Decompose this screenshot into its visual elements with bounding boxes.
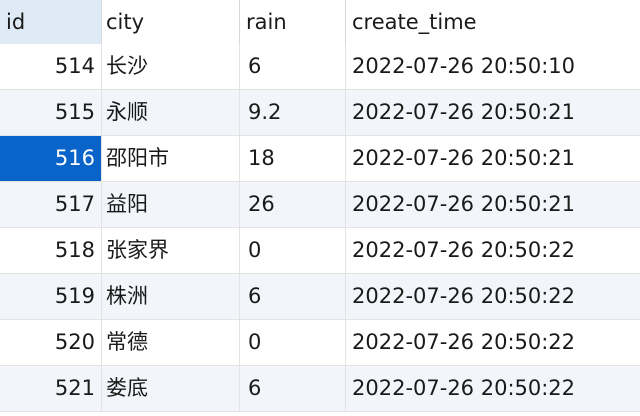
cell-city[interactable]: 益阳 (102, 182, 240, 227)
column-header-city[interactable]: city (102, 0, 240, 44)
cell-create-time[interactable]: 2022-07-26 20:50:21 (346, 136, 640, 181)
cell-id[interactable]: 518 (0, 228, 102, 273)
table-row[interactable]: 517 益阳 26 2022-07-26 20:50:21 (0, 182, 640, 228)
cell-city[interactable]: 永顺 (102, 90, 240, 135)
table-row[interactable]: 514 长沙 6 2022-07-26 20:50:10 (0, 44, 640, 90)
cell-city[interactable]: 株洲 (102, 274, 240, 319)
cell-rain[interactable]: 6 (240, 366, 346, 411)
cell-create-time[interactable]: 2022-07-26 20:50:21 (346, 182, 640, 227)
cell-rain[interactable]: 6 (240, 274, 346, 319)
table-row[interactable]: 520 常德 0 2022-07-26 20:50:22 (0, 320, 640, 366)
cell-create-time[interactable]: 2022-07-26 20:50:10 (346, 44, 640, 89)
cell-id[interactable]: 517 (0, 182, 102, 227)
cell-rain[interactable]: 6 (240, 44, 346, 89)
grid-header: id city rain create_time (0, 0, 640, 44)
table-row[interactable]: 521 娄底 6 2022-07-26 20:50:22 (0, 366, 640, 412)
cell-id-selected[interactable]: 516 (0, 136, 102, 181)
cell-id[interactable]: 519 (0, 274, 102, 319)
cell-id[interactable]: 520 (0, 320, 102, 365)
cell-id[interactable]: 515 (0, 90, 102, 135)
cell-id[interactable]: 521 (0, 366, 102, 411)
table-row[interactable]: 515 永顺 9.2 2022-07-26 20:50:21 (0, 90, 640, 136)
cell-create-time[interactable]: 2022-07-26 20:50:22 (346, 274, 640, 319)
cell-rain[interactable]: 26 (240, 182, 346, 227)
results-grid: id city rain create_time 514 长沙 6 2022-0… (0, 0, 640, 416)
cell-city[interactable]: 张家界 (102, 228, 240, 273)
cell-rain[interactable]: 0 (240, 320, 346, 365)
cell-create-time[interactable]: 2022-07-26 20:50:22 (346, 228, 640, 273)
table-row[interactable]: 519 株洲 6 2022-07-26 20:50:22 (0, 274, 640, 320)
column-header-create-time[interactable]: create_time (346, 0, 640, 44)
cell-city[interactable]: 常德 (102, 320, 240, 365)
cell-create-time[interactable]: 2022-07-26 20:50:22 (346, 320, 640, 365)
column-header-rain[interactable]: rain (240, 0, 346, 44)
cell-rain[interactable]: 18 (240, 136, 346, 181)
table-row[interactable]: 518 张家界 0 2022-07-26 20:50:22 (0, 228, 640, 274)
cell-create-time[interactable]: 2022-07-26 20:50:22 (346, 366, 640, 411)
cell-create-time[interactable]: 2022-07-26 20:50:21 (346, 90, 640, 135)
cell-id[interactable]: 514 (0, 44, 102, 89)
cell-city[interactable]: 邵阳市 (102, 136, 240, 181)
cell-rain[interactable]: 9.2 (240, 90, 346, 135)
cell-city[interactable]: 娄底 (102, 366, 240, 411)
cell-rain[interactable]: 0 (240, 228, 346, 273)
cell-city[interactable]: 长沙 (102, 44, 240, 89)
table-row[interactable]: 516 邵阳市 18 2022-07-26 20:50:21 (0, 136, 640, 182)
column-header-id[interactable]: id (0, 0, 102, 44)
